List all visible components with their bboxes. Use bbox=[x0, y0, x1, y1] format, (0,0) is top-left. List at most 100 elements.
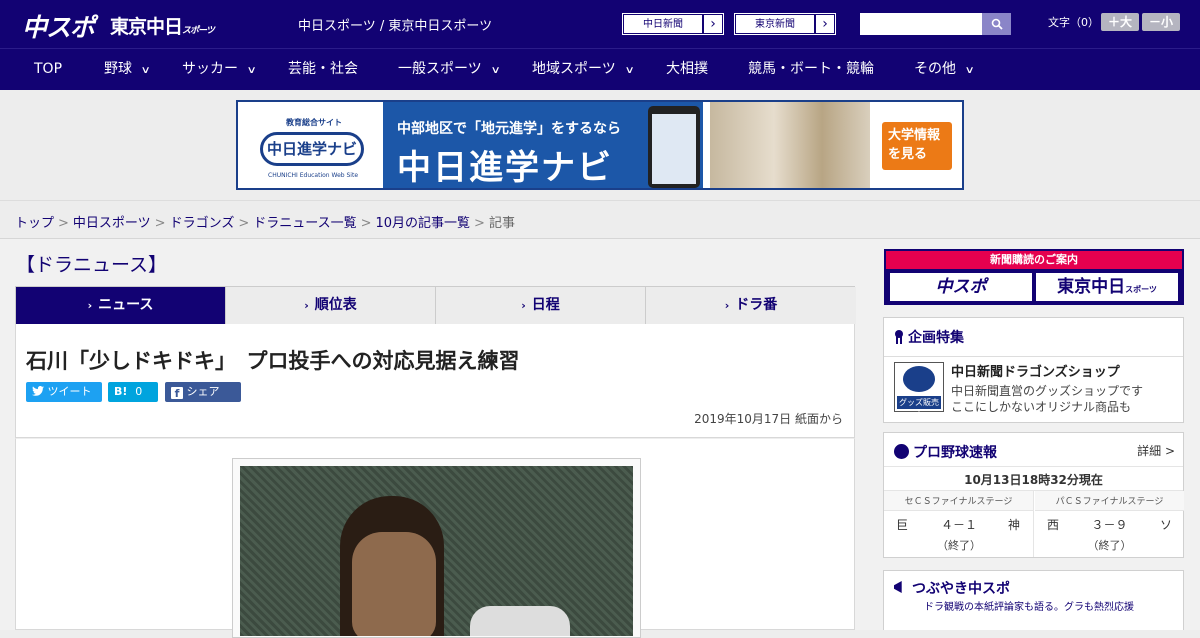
nav-item-label: 芸能・社会 bbox=[288, 61, 358, 77]
feature-box: 企画特集 グッズ販売中 中日新聞ドラゴンズショップ 中日新聞直営のグッズショップ… bbox=[883, 317, 1184, 423]
chevron-down-icon: ∨ bbox=[246, 65, 257, 76]
top-header: 中スポ 東京中日スポーツ 中日スポーツ / 東京中日スポーツ 中日新聞 › 東京… bbox=[0, 0, 1200, 48]
baseball-icon bbox=[894, 444, 909, 459]
facebook-icon: f bbox=[171, 387, 183, 400]
score-timestamp: 10月13日18時32分現在 bbox=[884, 467, 1183, 491]
feature-header: 企画特集 bbox=[884, 318, 1183, 357]
font-larger-button[interactable]: ＋大 bbox=[1101, 13, 1139, 31]
breadcrumb-dragons[interactable]: ドラゴンズ bbox=[170, 216, 235, 231]
nav-item-other[interactable]: その他 ∨ bbox=[914, 49, 975, 89]
score-header: プロ野球速報 詳細 > bbox=[884, 433, 1183, 467]
breadcrumb-separator: > bbox=[238, 216, 250, 231]
tokyo-chunichi-logo-small: スポーツ bbox=[182, 26, 215, 36]
font-smaller-button[interactable]: －小 bbox=[1142, 13, 1180, 31]
nav-item-entertainment[interactable]: 芸能・社会 bbox=[288, 49, 358, 89]
nav-item-label: 競馬・ボート・競輪 bbox=[748, 61, 874, 77]
nav-item-soccer[interactable]: サッカー ∨ bbox=[182, 49, 257, 89]
facebook-count: 11 bbox=[171, 405, 185, 418]
hatena-count: 0 bbox=[135, 385, 143, 398]
breadcrumb: トップ > 中日スポーツ > ドラゴンズ > ドラニュース一覧 >10月の記事一覧 > 記事 bbox=[15, 212, 515, 231]
tab-label: ニュース bbox=[98, 297, 154, 313]
main-nav: TOP 野球 ∨ サッカー ∨ 芸能・社会 一般スポーツ ∨ 地域スポーツ ∨ 大相撲 … bbox=[0, 48, 1200, 90]
breadcrumb-news-list[interactable]: ドラニュース一覧 bbox=[253, 216, 356, 231]
nav-item-label: サッカー bbox=[182, 61, 238, 77]
tab-news[interactable]: › ニュース bbox=[16, 287, 226, 332]
ad-tagline: 中部地区で「地元進学」をするなら bbox=[397, 121, 621, 137]
shop-title[interactable]: 中日新聞ドラゴンズショップ bbox=[951, 361, 1120, 380]
ad-banner[interactable]: 教育総合サイト 中日進学ナビ CHUNICHI Education Web Si… bbox=[236, 100, 964, 190]
tab-label: ドラ番 bbox=[735, 297, 778, 313]
chunichi-shimbun-link[interactable]: 中日新聞 › bbox=[622, 13, 724, 35]
ribbon-icon bbox=[894, 330, 904, 344]
tokyo-chunichi-logo[interactable]: 東京中日スポーツ bbox=[110, 12, 215, 39]
tab-dra-ban[interactable]: › ドラ番 bbox=[646, 287, 856, 324]
article-header: 石川「少しドキドキ」 プロ投手への対応見据え練習 ツイート B! 0 f シェア… bbox=[15, 324, 855, 438]
tab-schedule[interactable]: › 日程 bbox=[436, 287, 646, 324]
breadcrumb-separator: > bbox=[360, 216, 372, 231]
shop-thumbnail[interactable]: グッズ販売中 bbox=[894, 362, 944, 420]
nav-item-label: その他 bbox=[914, 61, 956, 77]
chuspo-subscribe-logo: 中スポ bbox=[890, 273, 1032, 301]
section-title: 【ドラニュース】 bbox=[16, 254, 168, 276]
chunichi-shimbun-label: 中日新聞 bbox=[623, 14, 703, 34]
chuspo-logo[interactable]: 中スポ bbox=[22, 8, 95, 44]
nav-item-racing[interactable]: 競馬・ボート・競輪 bbox=[748, 49, 874, 89]
chevron-down-icon: ∨ bbox=[964, 65, 975, 76]
chevron-right-icon: › bbox=[521, 299, 526, 312]
tsubuyaki-title: つぶやき中スポ bbox=[912, 581, 1010, 597]
tsubuyaki-header[interactable]: つぶやき中スポ bbox=[894, 578, 1010, 598]
score-game-2[interactable]: パＣＳファイナルステージ 西 ３－９ ソ （終了） bbox=[1035, 491, 1184, 557]
article-date: 2019年10月17日 紙面から bbox=[694, 412, 843, 426]
breadcrumb-current: 記事 bbox=[488, 216, 515, 231]
chevron-down-icon: ∨ bbox=[140, 65, 151, 76]
chevron-right-icon: › bbox=[703, 14, 723, 34]
score-game-1[interactable]: セＣＳファイナルステージ 巨 ４－１ 神 （終了） bbox=[884, 491, 1034, 557]
score-details-link[interactable]: 詳細 > bbox=[1137, 442, 1175, 459]
feature-title: 企画特集 bbox=[908, 330, 964, 346]
nav-item-label: 大相撲 bbox=[666, 61, 708, 77]
score-title: プロ野球速報 bbox=[913, 445, 997, 461]
ad-cta-area: 大学情報を見る bbox=[870, 102, 962, 188]
tweet-button[interactable]: ツイート bbox=[26, 382, 102, 402]
hatena-bookmark-button[interactable]: B! 0 bbox=[108, 382, 158, 402]
facebook-share-button[interactable]: f シェア 11 bbox=[165, 382, 241, 418]
article-tabs: › ニュース › 順位表 › 日程 › ドラ番 bbox=[15, 286, 856, 332]
score-status: （終了） bbox=[937, 539, 981, 552]
nav-item-regional-sports[interactable]: 地域スポーツ ∨ bbox=[532, 49, 635, 89]
tsubuyaki-desc: ドラ観戦の本紙評論家も語る。グラも熱烈応援 bbox=[924, 602, 1134, 613]
subscription-banner[interactable]: 新聞購読のご案内 中スポ 東京中日スポーツ bbox=[884, 249, 1184, 305]
breadcrumb-separator: > bbox=[58, 216, 69, 231]
shop-badge: グッズ販売中 bbox=[897, 396, 941, 420]
nav-item-sumo[interactable]: 大相撲 bbox=[666, 49, 708, 89]
nav-item-general-sports[interactable]: 一般スポーツ ∨ bbox=[398, 49, 501, 89]
megaphone-icon bbox=[894, 581, 902, 593]
score-stage: セＣＳファイナルステージ bbox=[884, 491, 1033, 511]
search-icon bbox=[991, 18, 1003, 30]
article-photo[interactable] bbox=[240, 466, 633, 636]
breadcrumb-top[interactable]: トップ bbox=[15, 216, 54, 231]
search-input[interactable] bbox=[860, 13, 982, 35]
breadcrumb-separator: > bbox=[154, 216, 166, 231]
breadcrumb-month-list[interactable]: 10月の記事一覧 bbox=[376, 216, 471, 231]
tsubuyaki-box: つぶやき中スポ ドラ観戦の本紙評論家も語る。グラも熱烈応援 bbox=[883, 570, 1184, 630]
ad-cta-button[interactable]: 大学情報を見る bbox=[882, 122, 952, 170]
tokyo-chunichi-subscribe-small: スポーツ bbox=[1125, 285, 1157, 294]
breadcrumb-chuspo[interactable]: 中日スポーツ bbox=[73, 216, 151, 231]
shop-desc-2: ここにしかないオリジナル商品も bbox=[951, 400, 1132, 414]
ad-logo-area: 教育総合サイト 中日進学ナビ CHUNICHI Education Web Si… bbox=[238, 102, 383, 188]
tab-standings[interactable]: › 順位表 bbox=[226, 287, 436, 324]
article-photo-frame bbox=[232, 458, 641, 638]
font-size-label: 文字（0） bbox=[1048, 16, 1099, 29]
ad-title: 中日進学ナビ bbox=[397, 148, 613, 188]
ad-logo: 中日進学ナビ bbox=[260, 132, 364, 166]
search-button[interactable] bbox=[982, 13, 1011, 35]
hatena-label: B! bbox=[114, 385, 128, 398]
score-away-team: 神 bbox=[1008, 518, 1021, 532]
score-status: （終了） bbox=[1087, 539, 1132, 552]
breadcrumb-separator: > bbox=[474, 216, 485, 231]
tokyo-chunichi-logo-text: 東京中日 bbox=[110, 16, 183, 38]
site-name: 中日スポーツ / 東京中日スポーツ bbox=[298, 19, 493, 34]
tokyo-shimbun-link[interactable]: 東京新聞 › bbox=[734, 13, 836, 35]
nav-item-baseball[interactable]: 野球 ∨ bbox=[104, 49, 151, 89]
nav-item-top[interactable]: TOP bbox=[34, 49, 62, 89]
